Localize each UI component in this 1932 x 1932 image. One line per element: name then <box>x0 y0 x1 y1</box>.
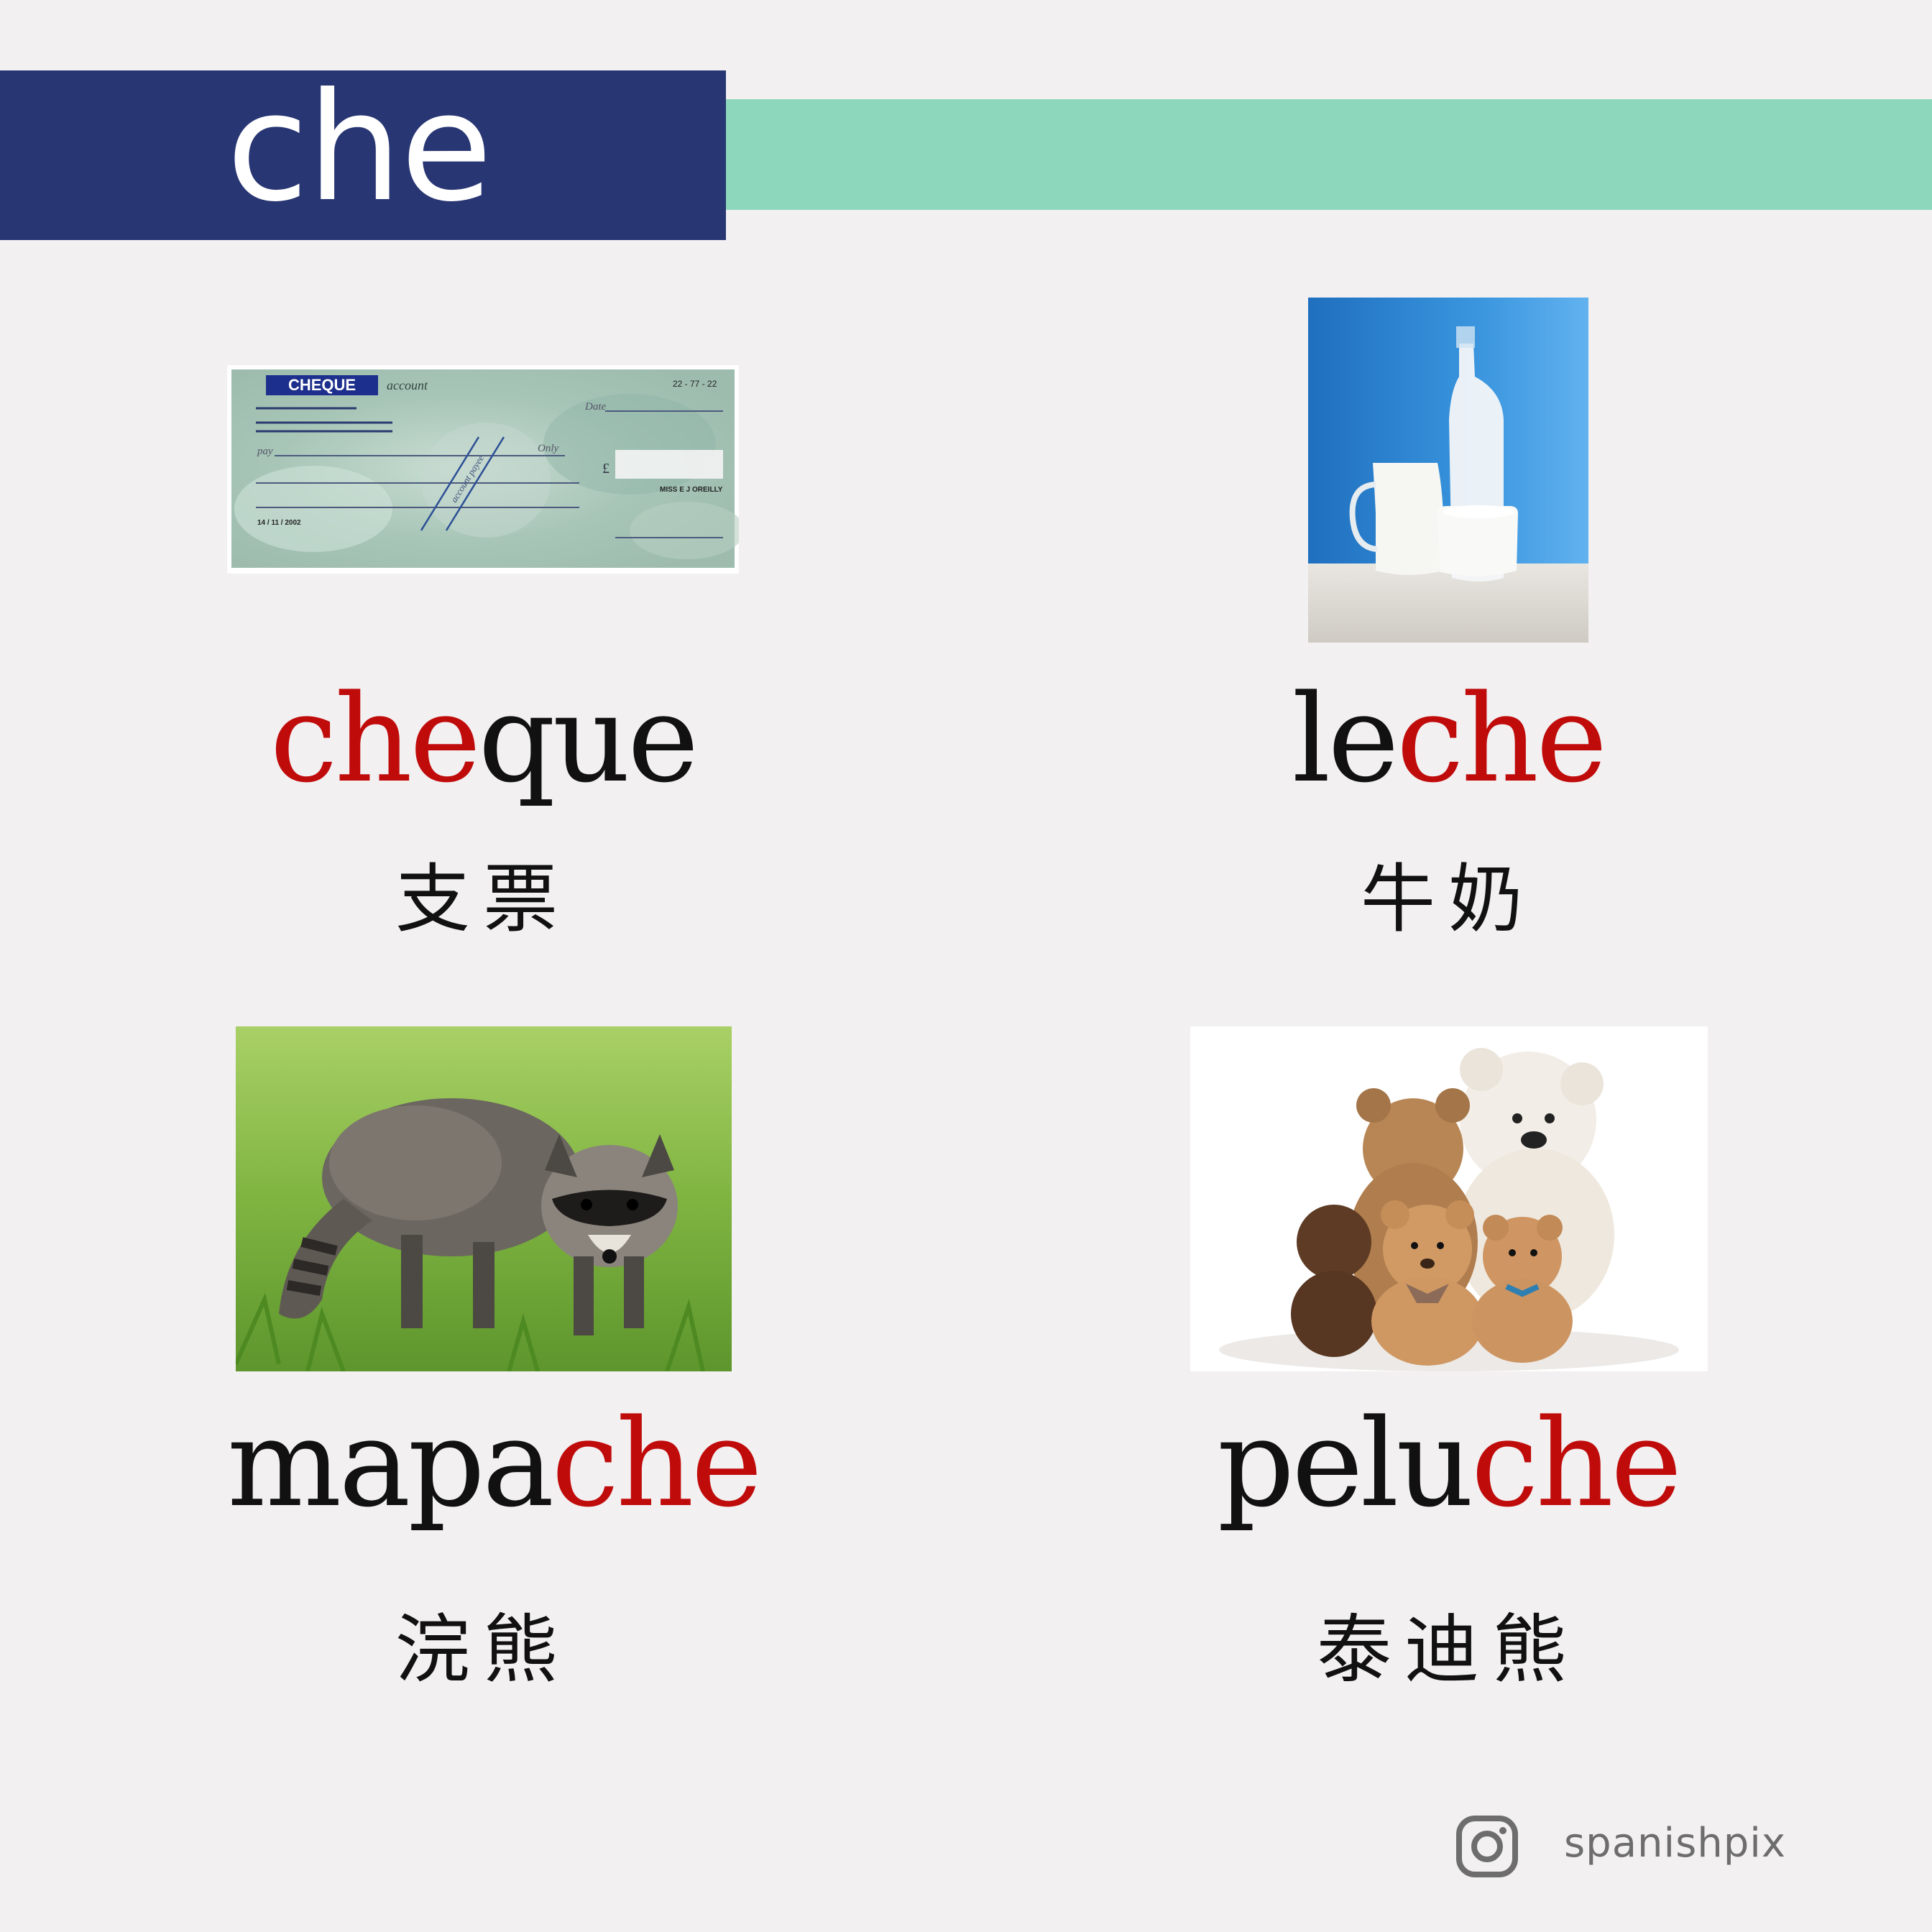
milk-image <box>1308 298 1588 643</box>
cheque-pay-label: pay <box>257 446 273 457</box>
cheque-sort-code: 22 - 77 - 22 <box>673 379 717 389</box>
translation-cheque: 支票 <box>395 855 571 943</box>
cheque-payee: MISS E J OREILLY <box>660 486 723 494</box>
word-cheque: cheque <box>227 668 739 809</box>
word-highlight: che <box>270 668 482 809</box>
cheque-account-label: account <box>387 378 428 392</box>
word-highlight: che <box>551 1393 763 1534</box>
word-prefix: pelu <box>1217 1393 1474 1534</box>
word-prefix: le <box>1292 668 1399 809</box>
word-mapache: mapache <box>227 1393 763 1534</box>
page-title: che <box>226 61 492 235</box>
instagram-icon[interactable] <box>1455 1814 1519 1879</box>
word-highlight: che <box>1396 668 1608 809</box>
word-prefix: mapa <box>227 1393 554 1534</box>
cheque-currency: £ <box>602 461 610 477</box>
word-highlight: che <box>1471 1393 1683 1534</box>
word-peluche: peluche <box>1193 1393 1703 1534</box>
translation-mapache: 浣熊 <box>395 1606 571 1693</box>
cheque-image: CHEQUE account 22 - 77 - 22 Date pay Onl… <box>227 365 739 574</box>
cheque-issue-date: 14 / 11 / 2002 <box>257 519 301 527</box>
cheque-header-label: CHEQUE <box>288 376 356 394</box>
social-handle[interactable]: spanishpix <box>1564 1820 1786 1867</box>
word-leche: leche <box>1193 668 1703 809</box>
header-accent-stripe <box>726 99 1932 210</box>
cheque-only-label: Only <box>538 443 559 454</box>
translation-leche: 牛奶 <box>1360 855 1536 943</box>
teddy-bears-image <box>1190 1026 1708 1371</box>
translation-peluche: 泰迪熊 <box>1316 1606 1580 1693</box>
cheque-date-label: Date <box>584 401 607 413</box>
word-rest: que <box>478 668 699 809</box>
raccoon-image <box>236 1026 732 1371</box>
